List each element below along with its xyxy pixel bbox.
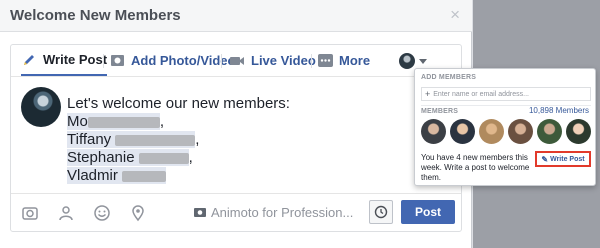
mention-suffix: , — [188, 149, 193, 166]
member-avatar[interactable] — [537, 119, 562, 144]
member-avatars — [421, 119, 595, 145]
add-member-input[interactable]: + Enter name or email address... — [421, 87, 591, 101]
tab-label: Live Video — [251, 53, 316, 68]
add-members-label: ADD MEMBERS — [421, 74, 477, 81]
mention-name[interactable]: Mo — [67, 113, 88, 130]
redacted-surname — [138, 152, 189, 164]
camera-icon — [193, 206, 207, 220]
member-avatar[interactable] — [450, 119, 475, 144]
post-text[interactable]: Let's welcome our new members: Mo, Tiffa… — [67, 95, 290, 185]
write-post-button[interactable]: ✎ Write Post — [535, 151, 591, 167]
mention-name[interactable]: Stephanie — [67, 149, 135, 166]
dialog-title: Welcome New Members — [10, 7, 181, 24]
input-placeholder: Enter name or email address... — [433, 90, 529, 98]
composer-tabs: Write Post Add Photo/Video Live Video Mo… — [11, 45, 461, 77]
camera-icon[interactable] — [21, 204, 39, 222]
composer-bottom-bar: Animoto for Profession... Post — [11, 193, 461, 231]
post-button[interactable]: Post — [401, 200, 455, 224]
members-count-link[interactable]: 10,898 Members — [529, 106, 589, 115]
clock-icon — [374, 205, 388, 219]
post-intro: Let's welcome our new members: — [67, 95, 290, 112]
mention-line: Stephanie, — [67, 149, 290, 167]
member-avatar[interactable] — [421, 119, 446, 144]
members-label: MEMBERS — [421, 108, 459, 115]
photo-icon — [109, 53, 125, 69]
animoto-label: Animoto for Profession... — [211, 205, 354, 220]
dialog-header: Welcome New Members × — [0, 0, 472, 32]
tab-live-video[interactable]: Live Video — [229, 45, 316, 76]
member-avatar[interactable] — [479, 119, 504, 144]
plus-icon: + — [425, 89, 431, 99]
chevron-down-icon[interactable] — [419, 59, 427, 64]
new-members-text: You have 4 new members this week. Write … — [421, 153, 530, 182]
tab-add-photo-video[interactable]: Add Photo/Video — [109, 45, 235, 76]
more-icon — [317, 53, 333, 69]
tab-write-post[interactable]: Write Post — [21, 45, 108, 76]
redacted-surname — [121, 170, 166, 182]
redacted-surname — [115, 134, 196, 146]
close-icon[interactable]: × — [450, 5, 460, 25]
schedule-button[interactable] — [369, 200, 393, 224]
post-composer: Write Post Add Photo/Video Live Video Mo… — [10, 44, 462, 232]
mention-line: Vladmir — [67, 167, 290, 185]
tab-label: Write Post — [43, 52, 108, 67]
mention-name[interactable]: Tiffany — [67, 131, 112, 148]
tab-more[interactable]: More — [317, 45, 370, 76]
member-avatar[interactable] — [566, 119, 591, 144]
tab-divider — [221, 54, 222, 68]
members-popover: ADD MEMBERS + Enter name or email addres… — [414, 68, 596, 186]
feeling-icon[interactable] — [93, 204, 111, 222]
tag-people-icon[interactable] — [57, 204, 75, 222]
mention-line: Tiffany, — [67, 131, 290, 149]
video-camera-icon — [229, 53, 245, 69]
pencil-icon: ✎ — [541, 154, 549, 164]
animoto-app[interactable]: Animoto for Profession... — [193, 205, 353, 220]
tab-label: Add Photo/Video — [131, 53, 236, 68]
tab-label: More — [339, 53, 371, 68]
mention-suffix: , — [195, 131, 200, 148]
avatar — [21, 87, 61, 127]
member-avatar[interactable] — [508, 119, 533, 144]
mention-name[interactable]: Vladmir — [67, 167, 118, 184]
location-icon[interactable] — [129, 204, 147, 222]
mention-line: Mo, — [67, 113, 290, 131]
audience-avatar[interactable] — [399, 53, 415, 69]
welcome-dialog: Welcome New Members × Write Post Add Pho… — [0, 0, 472, 248]
tab-divider — [311, 54, 312, 68]
write-post-label: Write Post — [550, 155, 585, 163]
tab-divider — [103, 54, 104, 68]
pencil-icon — [21, 52, 37, 68]
mention-suffix: , — [159, 113, 165, 130]
redacted-surname — [87, 116, 160, 128]
